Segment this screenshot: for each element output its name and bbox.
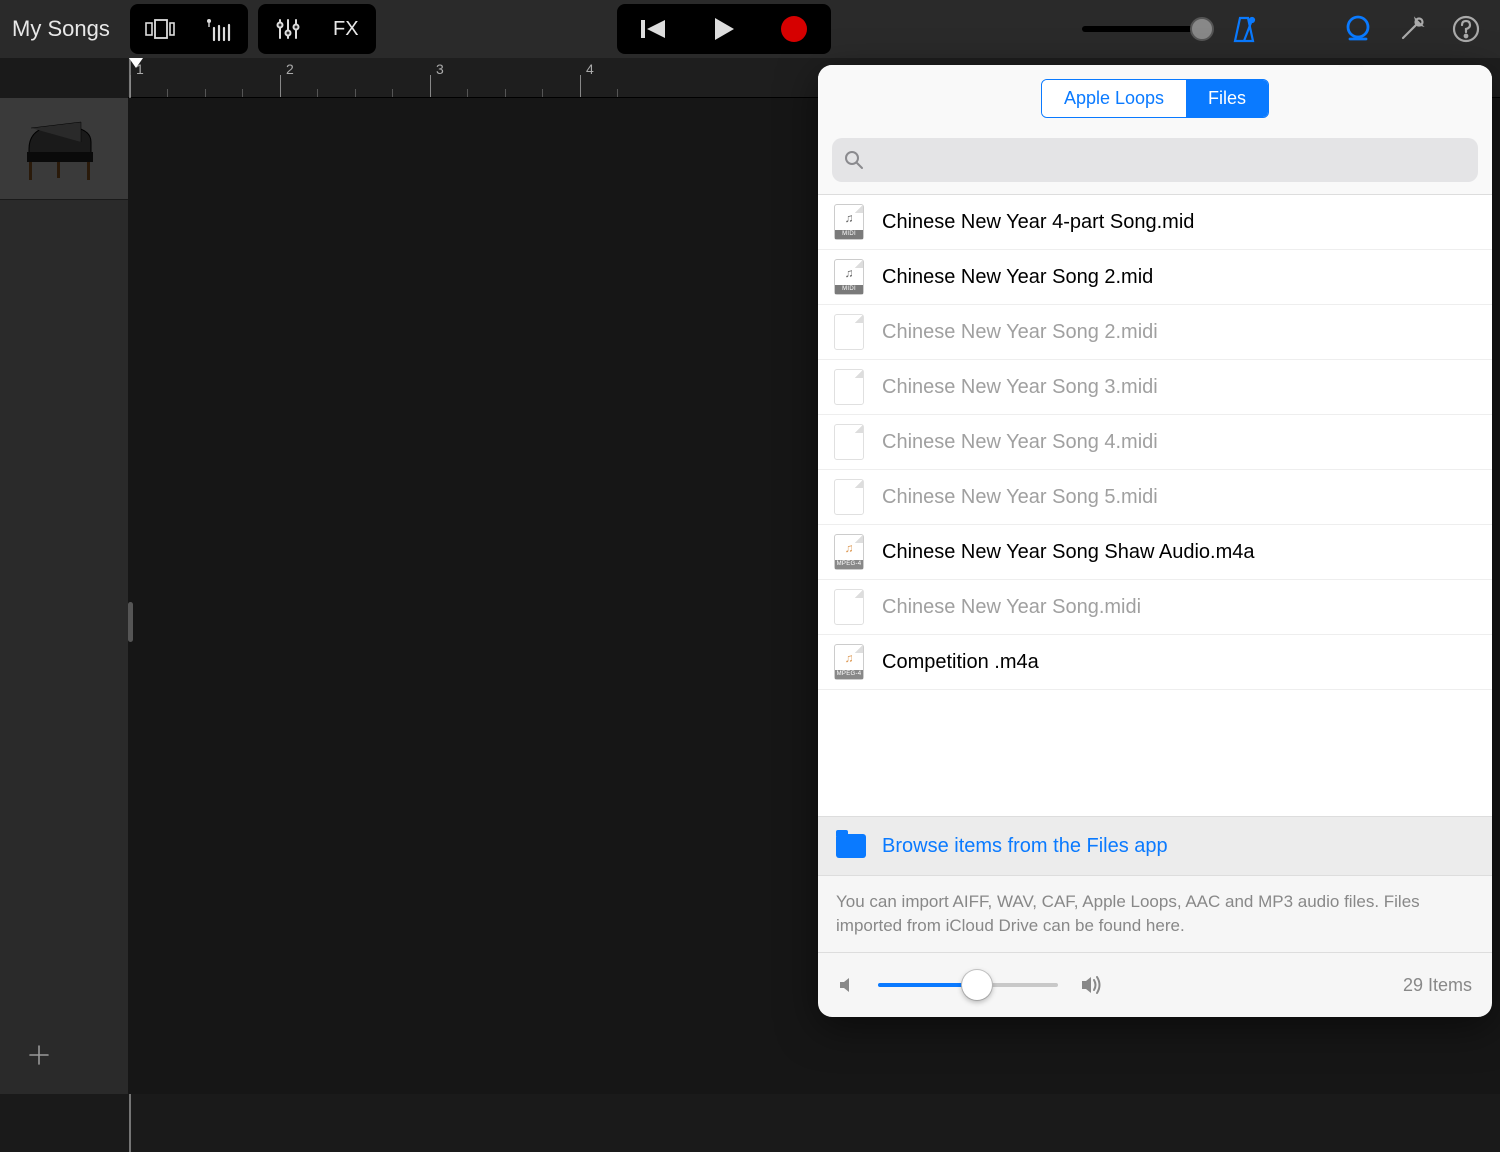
file-row: Chinese New Year Song 5.midi (818, 470, 1492, 525)
loop-browser-button[interactable] (1336, 7, 1380, 51)
browse-label: Browse items from the Files app (882, 835, 1168, 858)
popover-footer: 29 Items (818, 953, 1492, 1017)
browse-files-button[interactable]: Browse items from the Files app (818, 816, 1492, 876)
preview-volume-slider[interactable] (878, 983, 1058, 987)
fx-button[interactable]: FX (320, 8, 372, 50)
grand-piano-icon (19, 114, 109, 184)
slider-thumb[interactable] (962, 970, 992, 1000)
file-icon (834, 369, 864, 405)
file-name: Chinese New Year Song 5.midi (882, 486, 1158, 509)
file-row[interactable]: MIDI Chinese New Year Song 2.mid (818, 250, 1492, 305)
mixer-button[interactable] (262, 8, 314, 50)
project-title[interactable]: My Songs (12, 16, 110, 42)
file-name: Chinese New Year Song 2.midi (882, 321, 1158, 344)
files-popover: Apple Loops Files MIDI Chinese New Year 4… (818, 65, 1492, 1017)
file-icon: MPEG-4 (834, 534, 864, 570)
instrument-button[interactable] (192, 8, 244, 50)
file-icon (834, 424, 864, 460)
file-name: Chinese New Year Song.midi (882, 596, 1141, 619)
file-name: Chinese New Year Song Shaw Audio.m4a (882, 541, 1254, 564)
volume-high-icon (1080, 975, 1104, 995)
bar-marker: 1 (136, 61, 144, 77)
file-row[interactable]: MPEG-4 Chinese New Year Song Shaw Audio.m… (818, 525, 1492, 580)
file-name: Chinese New Year Song 2.mid (882, 266, 1153, 289)
file-icon: MIDI (834, 204, 864, 240)
bar-marker: 4 (586, 61, 594, 77)
bar-marker: 3 (436, 61, 444, 77)
file-row[interactable]: MIDI Chinese New Year 4-part Song.mid (818, 195, 1492, 250)
record-button[interactable] (759, 6, 829, 52)
metronome-button[interactable] (1222, 7, 1266, 51)
play-button[interactable] (689, 6, 759, 52)
item-count: 29 Items (1403, 975, 1472, 996)
file-icon (834, 314, 864, 350)
tab-apple-loops[interactable]: Apple Loops (1042, 80, 1186, 117)
file-row: Chinese New Year Song 3.midi (818, 360, 1492, 415)
file-row[interactable]: MPEG-4 Competition .m4a (818, 635, 1492, 690)
file-name: Competition .m4a (882, 651, 1039, 674)
file-icon (834, 479, 864, 515)
transport-controls (617, 4, 831, 54)
settings-button[interactable] (1390, 7, 1434, 51)
vertical-scroll-handle[interactable] (128, 602, 133, 642)
controls-button-group: FX (258, 4, 376, 54)
file-row: Chinese New Year Song 2.midi (818, 305, 1492, 360)
file-row: Chinese New Year Song 4.midi (818, 415, 1492, 470)
add-track-button[interactable] (18, 1034, 60, 1076)
record-icon (781, 16, 807, 42)
file-list[interactable]: MIDIChinese New Year 4-part Song.midMIDI… (818, 195, 1492, 816)
toolbar: My Songs FX (0, 0, 1500, 58)
master-volume-slider[interactable] (1072, 26, 1212, 32)
view-button-group (130, 4, 248, 54)
search-icon (844, 150, 864, 170)
segmented-control: Apple Loops Files (1041, 79, 1269, 118)
track-header[interactable] (0, 98, 128, 200)
folder-icon (836, 834, 866, 858)
file-name: Chinese New Year Song 3.midi (882, 376, 1158, 399)
track-headers (0, 98, 128, 1094)
file-icon: MPEG-4 (834, 644, 864, 680)
volume-low-icon (838, 976, 856, 994)
file-name: Chinese New Year 4-part Song.mid (882, 211, 1194, 234)
help-button[interactable] (1444, 7, 1488, 51)
tab-row: Apple Loops Files (818, 65, 1492, 128)
file-icon: MIDI (834, 259, 864, 295)
file-name: Chinese New Year Song 4.midi (882, 431, 1158, 454)
rewind-button[interactable] (619, 6, 689, 52)
tab-files[interactable]: Files (1186, 80, 1268, 117)
bar-marker: 2 (286, 61, 294, 77)
file-row: Chinese New Year Song.midi (818, 580, 1492, 635)
file-icon (834, 589, 864, 625)
info-text: You can import AIFF, WAV, CAF, Apple Loo… (818, 876, 1492, 953)
search-input[interactable] (832, 138, 1478, 182)
view-toggle-button[interactable] (134, 8, 186, 50)
